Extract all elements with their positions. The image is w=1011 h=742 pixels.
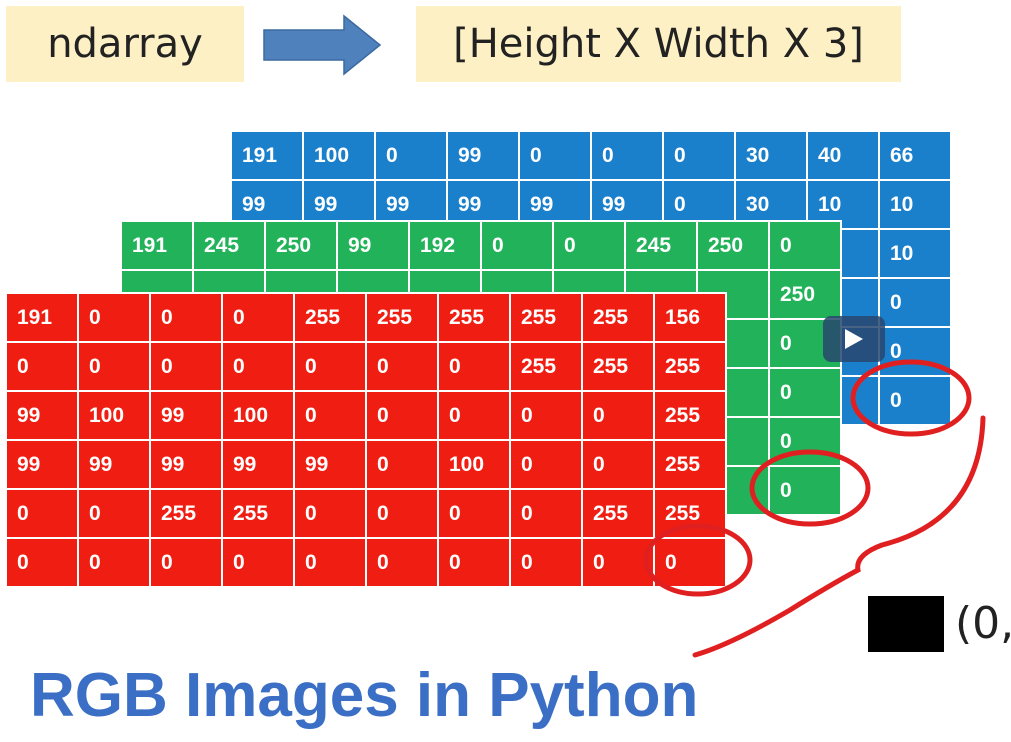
pixel-tuple-text: (0, — [955, 598, 1011, 649]
black-pixel-swatch — [868, 596, 944, 652]
page-title: RGB Images in Python — [30, 661, 699, 730]
highlight-circle-red — [643, 523, 753, 597]
highlight-circle-green — [749, 449, 871, 527]
highlight-overlay — [643, 359, 986, 658]
play-button[interactable] — [823, 316, 885, 362]
highlight-circle-blue — [850, 359, 972, 437]
play-icon — [845, 329, 863, 349]
